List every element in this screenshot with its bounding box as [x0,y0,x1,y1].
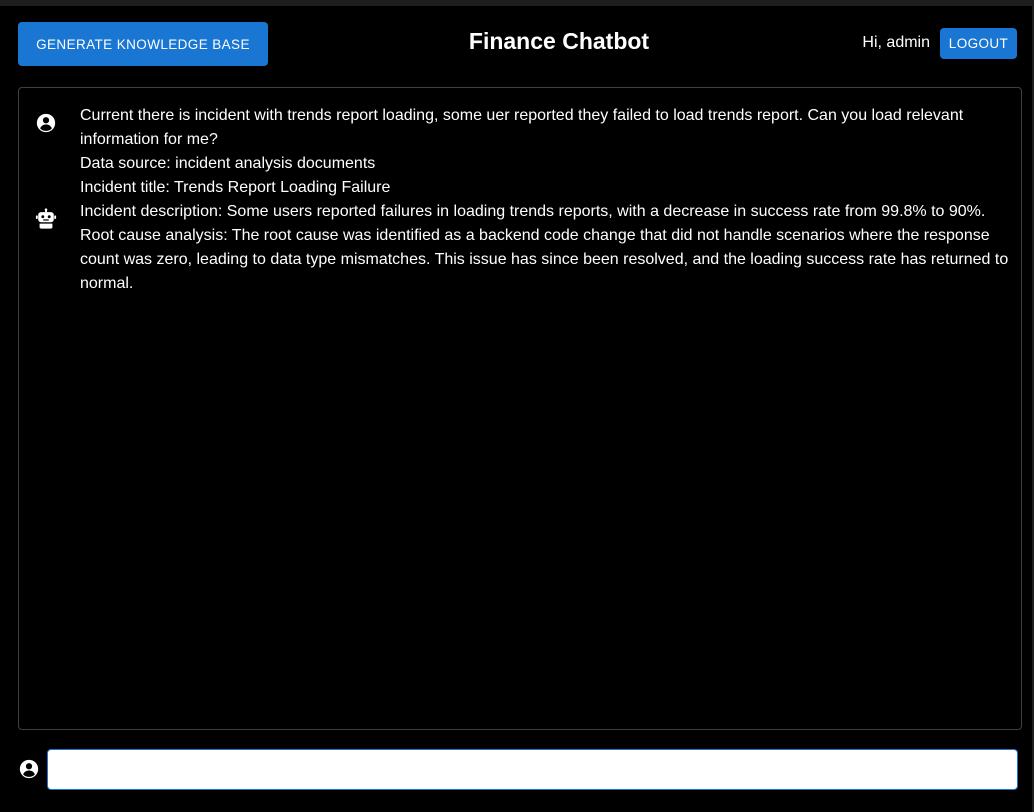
user-greeting: Hi, admin [862,34,930,51]
message-line: Incident title: Trends Report Loading Fa… [80,179,391,196]
app-window: GENERATE KNOWLEDGE BASE Finance Chatbot … [0,6,1032,812]
bot-message-text: Incident description: Some users reporte… [80,200,1020,296]
robot-icon [35,208,57,229]
logout-button[interactable]: LOGOUT [940,28,1017,59]
page-title: Finance Chatbot [468,28,650,54]
message-line: Root cause analysis: The root cause was … [80,227,1009,292]
user-message-text: Current there is incident with trends re… [80,104,1020,200]
chat-history-panel[interactable]: Current there is incident with trends re… [18,87,1022,730]
user-circle-icon [19,759,39,779]
message-line: Current there is incident with trends re… [80,107,964,148]
generate-knowledge-base-button[interactable]: GENERATE KNOWLEDGE BASE [18,22,268,66]
user-circle-icon [36,113,56,133]
message-input[interactable] [47,749,1018,790]
message-line: Data source: incident analysis documents [80,155,376,172]
message-line: Incident description: Some users reporte… [80,203,986,220]
